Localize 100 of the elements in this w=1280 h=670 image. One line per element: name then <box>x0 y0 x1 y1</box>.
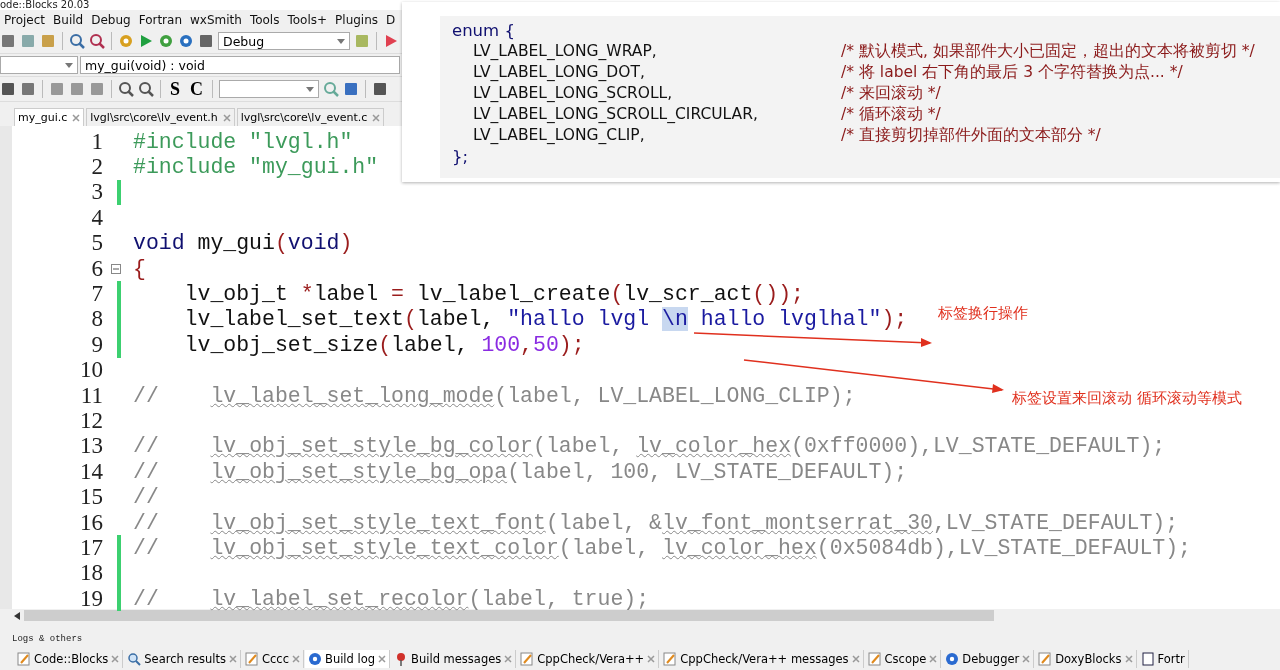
line-number: 7 <box>90 281 103 308</box>
debug-icon[interactable] <box>383 33 399 49</box>
line-number: 17 <box>79 534 103 561</box>
log-tab[interactable]: CppCheck/Vera++ messages <box>660 650 864 668</box>
gear-icon[interactable] <box>158 33 174 49</box>
code-line: lv_label_set_text(label, "hallo lvgl \n hallo lvglhal"); <box>183 307 908 332</box>
editor-tab[interactable]: lvgl\src\core\lv_event.h <box>86 108 235 126</box>
line-number: 4 <box>90 204 103 231</box>
code-line: }; <box>452 146 469 167</box>
pencil-note-icon <box>663 652 678 666</box>
close-icon[interactable] <box>504 655 513 663</box>
pencil-note-icon <box>245 652 259 666</box>
code-line: // <box>133 485 159 510</box>
log-tab[interactable]: Build log <box>305 650 391 668</box>
build-target-select[interactable]: Debug <box>218 32 350 50</box>
enum-member: LV_LABEL_LONG_SCROLL_CIRCULAR, <box>473 104 759 125</box>
annotation: 标签设置来回滚动 循环滚动等模式 <box>1012 389 1242 408</box>
line-number: 10 <box>79 357 103 384</box>
code-comment: /* 将 label 右下角的最后 3 个字符替换为点... */ <box>841 62 1184 83</box>
caret-icon <box>65 62 73 68</box>
run-icon[interactable] <box>138 33 154 49</box>
code-line: void my_gui(void) <box>133 231 353 256</box>
search-icon <box>127 652 142 666</box>
menu-item[interactable]: Debug <box>91 12 131 27</box>
line-number: 5 <box>90 230 103 257</box>
pencil-note-icon <box>17 652 31 666</box>
close-icon[interactable] <box>378 655 387 663</box>
menu-item[interactable]: Plugins <box>335 12 379 27</box>
code-line: // lv_label_set_long_mode(label, LV_LABEL_LONG_CLIP); <box>133 383 856 408</box>
line-number: 2 <box>90 154 103 181</box>
menu-item[interactable]: wxSmith <box>190 12 242 27</box>
line-number: 18 <box>79 560 103 587</box>
menu-item[interactable]: Project <box>4 12 46 27</box>
caret-icon <box>337 38 345 44</box>
gear-icon <box>945 652 960 666</box>
code-line: // lv_obj_set_style_bg_color(label, lv_color_hex(0xff0000),LV_STATE_DEFAULT); <box>133 434 1166 459</box>
code-line: // lv_obj_set_style_text_color(label, lv_color_hex(0x5084db),LV_STATE_DEFAULT); <box>133 535 1191 560</box>
code-comment: /* 循环滚动 */ <box>841 104 942 125</box>
close-icon[interactable] <box>222 113 231 122</box>
annotation: 标签换行操作 <box>938 304 1028 323</box>
enum-member: LV_LABEL_LONG_DOT, <box>473 62 646 83</box>
enum-member: LV_LABEL_LONG_CLIP, <box>473 125 646 146</box>
close-icon[interactable] <box>292 655 300 663</box>
line-number: 3 <box>90 179 103 206</box>
line-number: 13 <box>79 433 103 460</box>
pencil-note-icon <box>1038 652 1053 666</box>
log-tab[interactable]: CppCheck/Vera++ <box>517 650 660 668</box>
panel-title: Logs & others <box>11 633 84 646</box>
close-icon[interactable] <box>929 655 938 663</box>
log-tab[interactable]: Cccc <box>242 650 304 668</box>
search-icon[interactable] <box>69 33 85 49</box>
editor-tab[interactable]: lvgl\src\core\lv_event.c <box>236 108 385 126</box>
close-icon[interactable] <box>647 655 656 663</box>
close-icon[interactable] <box>1124 655 1133 663</box>
line-number: 8 <box>90 306 103 333</box>
close-icon[interactable] <box>229 655 237 663</box>
close-icon[interactable] <box>111 655 120 663</box>
menu-item[interactable]: D <box>386 12 396 27</box>
menu-item[interactable]: Tools+ <box>287 12 328 27</box>
fold-icon[interactable] <box>111 263 121 274</box>
log-tab[interactable]: DoxyBlocks <box>1035 650 1137 668</box>
code-line: lv_obj_t *label = lv_label_create(lv_scr_act()); <box>183 282 804 307</box>
close-icon[interactable] <box>851 655 860 663</box>
log-tab[interactable]: Code::Blocks <box>14 650 124 668</box>
line-number: 14 <box>79 458 103 485</box>
code-line: #include "lvgl.h" <box>133 129 353 154</box>
caret-icon <box>306 86 314 92</box>
zoom-in-icon[interactable] <box>118 81 134 97</box>
menu-item[interactable]: Build <box>53 12 84 27</box>
search-icon[interactable] <box>323 81 339 97</box>
code-comment: /* 来回滚动 */ <box>841 83 942 104</box>
close-icon[interactable] <box>1022 655 1031 663</box>
code-comment: /* 直接剪切掉部件外面的文本部分 */ <box>841 125 1102 146</box>
code-line: // lv_obj_set_style_text_font(label, &lv_font_montserrat_30,LV_STATE_DEFAULT); <box>133 510 1179 535</box>
menu-item[interactable]: Fortran <box>138 12 182 27</box>
line-number: 12 <box>79 408 103 434</box>
menu-item[interactable]: Tools <box>249 12 280 27</box>
line-number: 9 <box>90 331 103 358</box>
search-select[interactable] <box>219 80 319 98</box>
letter-tool-button[interactable]: S <box>167 78 183 100</box>
code-line: // lv_obj_set_style_bg_opa(label, 100, LV_STATE_DEFAULT); <box>133 459 908 484</box>
enum-member: LV_LABEL_LONG_WRAP, <box>473 41 658 62</box>
code-line: #include "my_gui.h" <box>133 155 379 180</box>
scroll-left-icon[interactable] <box>14 611 20 620</box>
gear-icon[interactable] <box>118 33 134 49</box>
pencil-note-icon <box>867 652 882 666</box>
line-number: 16 <box>79 509 103 536</box>
editor-tab[interactable]: my_gui.c <box>14 108 85 126</box>
code-comment: /* 默认模式, 如果部件大小已固定，超出的文本将被剪切 */ <box>841 41 1256 62</box>
gear-icon <box>308 652 322 666</box>
line-number: 11 <box>79 382 103 409</box>
zoom-out-icon[interactable] <box>138 81 154 97</box>
line-number: 15 <box>79 484 103 511</box>
letter-tool-button[interactable]: C <box>187 78 206 100</box>
close-icon[interactable] <box>72 113 81 122</box>
line-number: 19 <box>79 585 103 612</box>
scope-select[interactable] <box>0 56 78 74</box>
close-icon[interactable] <box>372 113 381 122</box>
scrollbar-thumb[interactable] <box>24 610 994 621</box>
function-select[interactable]: my_gui(void) : void <box>80 56 400 74</box>
